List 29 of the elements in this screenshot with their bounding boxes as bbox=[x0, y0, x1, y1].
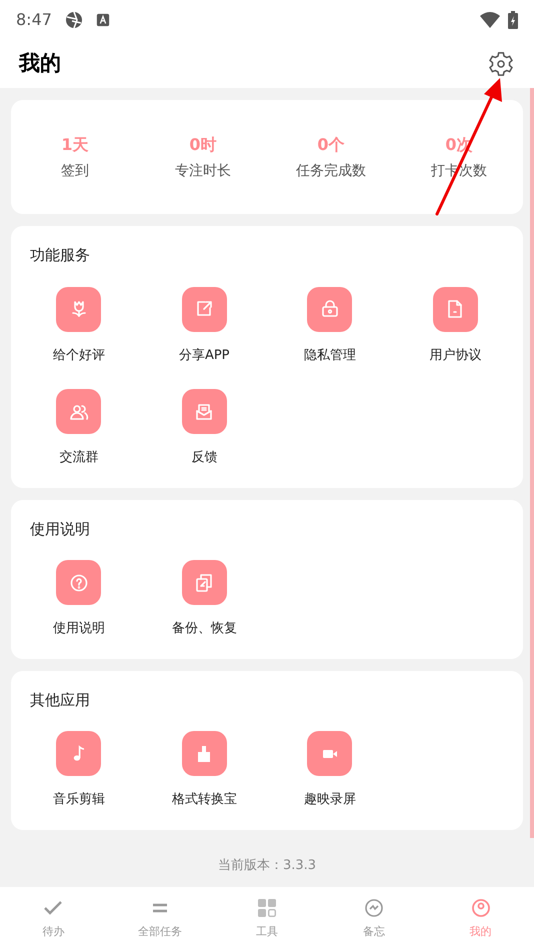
stat-label: 签到 bbox=[61, 162, 89, 180]
section-title: 使用说明 bbox=[29, 518, 91, 540]
version-text: 当前版本：3.3.3 bbox=[216, 856, 318, 874]
stat-value: 0时 bbox=[189, 134, 217, 156]
service-item[interactable]: 趣映录屏 bbox=[267, 731, 392, 810]
service-item[interactable]: 给个好评 bbox=[16, 286, 142, 365]
video-camera-icon bbox=[322, 750, 337, 758]
aperture-icon bbox=[64, 10, 84, 30]
keyboard-a-icon bbox=[96, 13, 110, 27]
settings-icon[interactable] bbox=[487, 50, 515, 78]
battery-icon bbox=[508, 11, 518, 29]
stat-value: 0个 bbox=[317, 134, 345, 156]
stat-value: 1天 bbox=[61, 134, 89, 156]
service-item[interactable]: 音乐剪辑 bbox=[16, 731, 142, 810]
stat-label: 专注时长 bbox=[175, 162, 231, 180]
section-title: 其他应用 bbox=[29, 690, 91, 710]
service-item[interactable]: 分享APP bbox=[142, 286, 267, 365]
service-item[interactable]: 隐私管理 bbox=[267, 286, 392, 365]
page-title: 我的 bbox=[19, 50, 61, 78]
service-item[interactable]: 用户协议 bbox=[392, 286, 518, 365]
service-item[interactable]: 交流群 bbox=[16, 389, 142, 468]
service-item[interactable]: 备份、恢复 bbox=[142, 560, 267, 638]
service-item[interactable]: 使用说明 bbox=[16, 560, 142, 638]
stat-label: 任务完成数 bbox=[296, 162, 366, 180]
section-title: 功能服务 bbox=[29, 245, 91, 266]
status-time: 8:47 bbox=[16, 9, 52, 31]
service-item[interactable]: 反馈 bbox=[142, 389, 267, 468]
service-item[interactable]: 格式转换宝 bbox=[142, 731, 267, 810]
wifi-icon bbox=[480, 12, 500, 28]
